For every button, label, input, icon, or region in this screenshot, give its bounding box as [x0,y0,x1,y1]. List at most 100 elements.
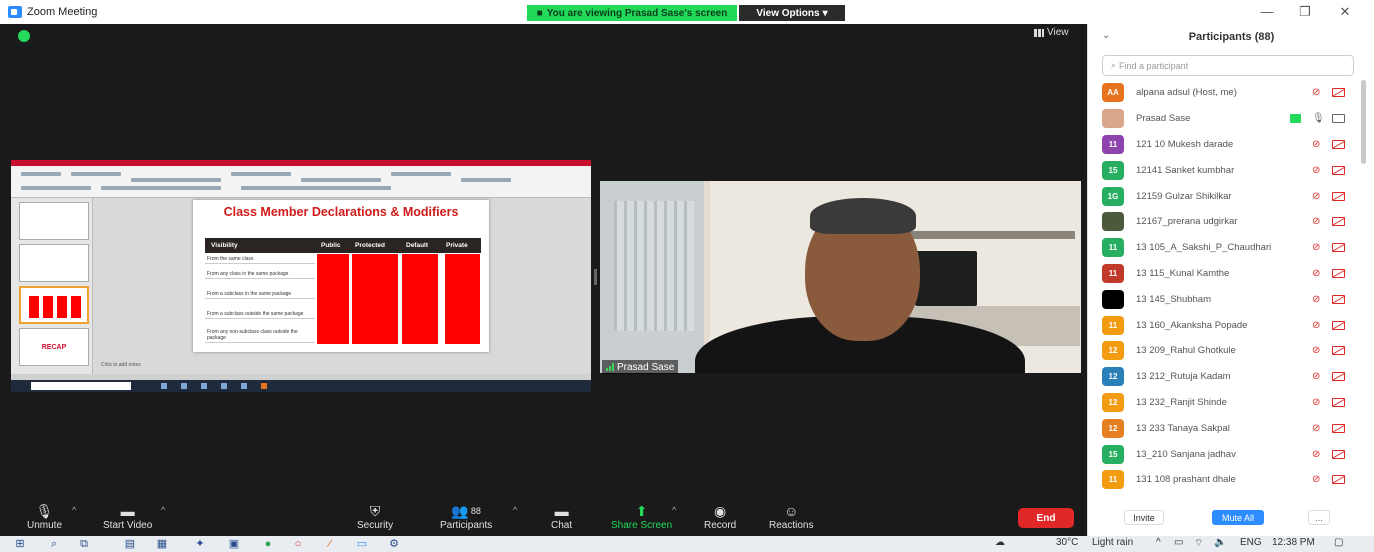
slide-thumbnail-selected[interactable] [19,286,89,324]
mic-muted-icon[interactable]: ⊘ [1312,449,1320,460]
video-off-icon[interactable] [1332,88,1345,98]
network-icon[interactable]: ⌔ [1194,537,1203,550]
share-screen-button[interactable]: ⬆ Share Screen [611,502,672,532]
participant-row[interactable]: 15 13_210 Sanjana jadhav ⊘ [1088,441,1358,467]
mic-muted-icon[interactable]: ⊘ [1312,191,1320,202]
mic-muted-icon[interactable]: ⊘ [1312,474,1320,485]
participant-search-input[interactable]: ⌕ Find a participant [1102,55,1354,76]
security-button[interactable]: ⛨ Security [357,502,393,532]
participant-row[interactable]: AA alpana adsul (Host, me) ⊘ [1088,80,1358,106]
participant-row[interactable]: 15 12141 Sanket kumbhar ⊘ [1088,157,1358,183]
record-button[interactable]: ◉ Record [704,502,736,532]
participant-row[interactable]: 12 13 232_Ranjit Shinde ⊘ [1088,390,1358,416]
mic-muted-icon[interactable]: ⊘ [1312,345,1320,356]
video-on-icon[interactable] [1332,114,1345,124]
video-off-icon[interactable] [1332,346,1345,356]
video-off-icon[interactable] [1332,475,1345,485]
reactions-button[interactable]: ☺ Reactions [769,502,813,531]
participant-row[interactable]: 11 13 105_A_Sakshi_P_Chaudhari ⊘ [1088,235,1358,261]
video-off-icon[interactable] [1332,294,1345,304]
store-icon[interactable]: ▦ [156,538,168,550]
settings-icon[interactable]: ⚙ [388,538,400,550]
participant-row[interactable]: 12 13 233 Tanaya Sakpal ⊘ [1088,415,1358,441]
video-off-icon[interactable] [1332,191,1345,201]
search-icon[interactable]: ⌕ [48,538,60,550]
mic-muted-icon[interactable]: ⊘ [1312,216,1320,227]
video-off-icon[interactable] [1332,320,1345,330]
video-off-icon[interactable] [1332,372,1345,382]
zoom-taskbar-icon[interactable]: ▭ [356,538,368,550]
split-divider-handle[interactable] [594,269,597,285]
close-button[interactable]: ✕ [1330,4,1360,20]
participant-row[interactable]: 11 121 10 Mukesh darade ⊘ [1088,132,1358,158]
language-indicator[interactable]: ENG [1240,537,1262,548]
chat-button[interactable]: ▬ Chat [551,502,572,531]
mic-muted-icon[interactable]: ⊘ [1312,87,1320,98]
participant-row[interactable]: 13 145_Shubham ⊘ [1088,286,1358,312]
participant-row[interactable]: 11 13 160_Akanksha Popade ⊘ [1088,312,1358,338]
app-icon[interactable]: ✦ [194,538,206,550]
video-off-icon[interactable] [1332,268,1345,278]
mic-muted-icon[interactable]: ⊘ [1312,371,1320,382]
view-button[interactable]: View [1034,27,1069,38]
chrome-icon[interactable]: ● [262,538,274,550]
start-video-button[interactable]: ▬ Start Video [103,502,152,531]
participants-options-caret[interactable]: ^ [513,505,517,515]
mic-muted-icon[interactable]: ⊘ [1312,139,1320,150]
encryption-shield-icon[interactable] [18,30,30,42]
video-off-icon[interactable] [1332,217,1345,227]
mic-muted-icon[interactable]: ⊘ [1312,242,1320,253]
notifications-icon[interactable]: ▢ [1334,537,1343,548]
mute-all-button[interactable]: Mute All [1212,510,1264,525]
unmute-button[interactable]: 🎙 Unmute [27,502,62,532]
more-options-button[interactable]: ... [1308,510,1330,525]
participant-row[interactable]: 11 13 115_Kunal Kamthe ⊘ [1088,261,1358,287]
share-options-caret[interactable]: ^ [672,505,676,515]
slide-thumbnail[interactable] [19,202,89,240]
restore-button[interactable]: ❐ [1290,4,1320,20]
mic-muted-icon[interactable]: ⊘ [1312,397,1320,408]
participant-row[interactable]: 12 13 212_Rutuja Kadam ⊘ [1088,364,1358,390]
end-meeting-button[interactable]: End [1018,508,1074,528]
participant-row[interactable]: 1G 12159 Gulzar Shikilkar ⊘ [1088,183,1358,209]
camera-video[interactable] [600,181,1081,373]
participant-row[interactable]: Prasad Sase 🎙 [1088,106,1358,132]
mic-muted-icon[interactable]: ⊘ [1312,320,1320,331]
file-explorer-icon[interactable]: ▤ [124,538,136,550]
clock[interactable]: 12:38 PM [1272,537,1315,548]
video-off-icon[interactable] [1332,165,1345,175]
temperature[interactable]: 30°C [1056,537,1078,548]
opera-icon[interactable]: ○ [292,538,304,550]
weather-status[interactable]: Light rain [1092,537,1133,548]
app-icon[interactable]: ∕ [324,538,336,550]
participant-row[interactable]: 12167_prerana udgirkar ⊘ [1088,209,1358,235]
video-off-icon[interactable] [1332,139,1345,149]
mic-muted-icon[interactable]: ⊘ [1312,268,1320,279]
slide-thumbnail[interactable] [19,244,89,282]
windows-start-icon[interactable]: ⊞ [14,538,26,550]
participant-list-scrollbar[interactable] [1361,80,1366,164]
participant-row[interactable]: 12 13 209_Rahul Ghotkule ⊘ [1088,338,1358,364]
mic-muted-icon[interactable]: ⊘ [1312,423,1320,434]
tray-icon[interactable]: ☁ [995,537,1005,548]
invite-button[interactable]: Invite [1124,510,1164,525]
audio-options-caret[interactable]: ^ [72,505,76,515]
video-off-icon[interactable] [1332,397,1345,407]
mic-on-icon[interactable]: 🎙 [1312,113,1325,124]
video-off-icon[interactable] [1332,243,1345,253]
tray-chevron-icon[interactable]: ^ [1156,537,1161,548]
video-options-caret[interactable]: ^ [161,505,165,515]
mic-muted-icon[interactable]: ⊘ [1312,165,1320,176]
battery-icon[interactable]: ▭ [1174,537,1183,548]
view-options-button[interactable]: View Options ▾ [739,5,845,21]
app-icon[interactable]: ▣ [228,538,240,550]
participants-button[interactable]: 👥 88 Participants [440,502,492,532]
volume-icon[interactable]: 🔈 [1214,537,1226,548]
video-off-icon[interactable] [1332,449,1345,459]
task-view-icon[interactable]: ⧉ [78,538,90,550]
mic-muted-icon[interactable]: ⊘ [1312,294,1320,305]
participant-row[interactable]: 11 131 108 prashant dhale ⊘ [1088,467,1358,493]
video-off-icon[interactable] [1332,423,1345,433]
shared-screen[interactable]: RECAP Class Member Declarations & Modifi… [11,160,591,392]
minimize-button[interactable]: — [1252,4,1282,19]
